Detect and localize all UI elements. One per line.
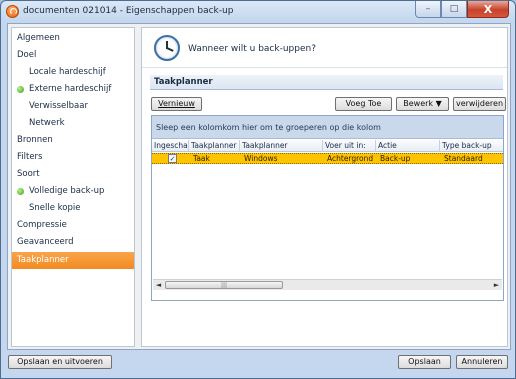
cell-action: Back-up <box>380 154 411 163</box>
scroll-right-icon[interactable]: ► <box>491 280 502 290</box>
sidebar-item-bronnen[interactable]: Bronnen <box>12 133 134 148</box>
refresh-button-label: Vernieuw <box>158 99 195 108</box>
save-button-label: Opslaan <box>408 357 441 366</box>
sidebar-item-doel[interactable]: Doel <box>12 48 134 63</box>
horizontal-scrollbar[interactable]: ◄ ||| ► <box>153 279 502 290</box>
delete-button[interactable]: verwijderen <box>453 97 506 111</box>
sidebar-item-label: Bronnen <box>17 135 53 145</box>
refresh-button[interactable]: Vernieuw <box>151 97 202 111</box>
task-grid: Sleep een kolomkom hier om te groeperen … <box>151 115 504 301</box>
enabled-checkbox[interactable]: ✓ <box>168 154 177 163</box>
sidebar-item-verwisselbaar[interactable]: Verwisselbaar <box>12 99 134 114</box>
sidebar-item-label: Verwisselbaar <box>29 101 88 111</box>
minimize-button[interactable]: – <box>415 1 441 18</box>
column-header-scheduler-type[interactable]: Taakplanner <box>240 140 323 152</box>
sidebar-item-geavanceerd[interactable]: Geavanceerd <box>12 235 134 250</box>
scroll-left-icon[interactable]: ◄ <box>153 280 164 290</box>
cell-scheduler: Taak <box>193 154 210 163</box>
save-and-run-button[interactable]: Opslaan en uitvoeren <box>8 355 112 369</box>
sidebar-item-label: Externe hardeschijf <box>29 84 112 94</box>
sidebar-item-locale-hardeschijf[interactable]: Locale hardeschijf <box>12 65 134 80</box>
sidebar-item-label: Netwerk <box>29 118 65 128</box>
panel-header: Wanneer wilt u back-uppen? <box>142 28 507 68</box>
sidebar-item-label: Locale hardeschijf <box>29 67 106 77</box>
close-button[interactable]: X <box>467 1 509 18</box>
sidebar-item-snelle-kopie[interactable]: Snelle kopie <box>12 201 134 216</box>
sidebar-item-label: Compressie <box>17 220 67 230</box>
chevron-down-icon: ▼ <box>435 99 442 108</box>
column-header-scheduler[interactable]: Taakplanner <box>189 140 240 152</box>
properties-window: documenten 021014 - Eigenschappen back-u… <box>0 0 516 379</box>
edit-button-label: Bewerk <box>403 99 434 108</box>
dialog-client: Algemeen Doel Locale hardeschijf Externe… <box>7 23 511 350</box>
main-panel: Wanneer wilt u back-uppen? Taakplanner V… <box>141 27 508 347</box>
sidebar: Algemeen Doel Locale hardeschijf Externe… <box>11 27 135 347</box>
sidebar-item-taakplanner[interactable]: Taakplanner <box>12 252 134 269</box>
sidebar-item-filters[interactable]: Filters <box>12 150 134 165</box>
cell-backup-type: Standaard <box>444 154 483 163</box>
edit-dropdown-button[interactable]: Bewerk ▼ <box>396 97 449 111</box>
cell-run-in: Achtergrond <box>327 154 374 163</box>
sidebar-item-label: Snelle kopie <box>29 203 81 213</box>
sidebar-item-netwerk[interactable]: Netwerk <box>12 116 134 131</box>
status-dot-icon <box>17 188 24 195</box>
maximize-button[interactable]: □ <box>441 1 467 18</box>
delete-button-label: verwijderen <box>455 99 504 108</box>
sidebar-item-label: Volledige back-up <box>29 186 105 196</box>
column-header-enabled[interactable]: Ingeschak <box>152 140 189 152</box>
save-button[interactable]: Opslaan <box>398 355 451 369</box>
cancel-button[interactable]: Annuleren <box>456 355 508 369</box>
section-header: Taakplanner <box>150 75 503 90</box>
sidebar-item-soort[interactable]: Soort <box>12 167 134 182</box>
sidebar-item-label: Soort <box>17 169 40 179</box>
column-header-action[interactable]: Actie <box>376 140 440 152</box>
add-button[interactable]: Voeg Toe <box>335 97 392 111</box>
scrollbar-thumb[interactable]: ||| <box>165 281 283 289</box>
cell-scheduler-type: Windows <box>244 154 278 163</box>
sidebar-item-label: Algemeen <box>17 33 60 43</box>
app-logo-icon <box>6 5 19 18</box>
clock-icon <box>154 35 180 61</box>
add-button-label: Voeg Toe <box>345 99 382 108</box>
sidebar-item-algemeen[interactable]: Algemeen <box>12 31 134 46</box>
group-by-panel[interactable]: Sleep een kolomkom hier om te groeperen … <box>152 116 503 139</box>
sidebar-item-label: Taakplanner <box>17 255 69 265</box>
column-header-run-in[interactable]: Voer uit in: <box>323 140 376 152</box>
sidebar-item-label: Geavanceerd <box>17 237 74 247</box>
title-bar[interactable]: documenten 021014 - Eigenschappen back-u… <box>1 1 515 23</box>
sidebar-item-externe-hardeschijf[interactable]: Externe hardeschijf <box>12 82 134 97</box>
column-header-backup-type[interactable]: Type back-up <box>440 140 503 152</box>
sidebar-item-label: Doel <box>17 50 37 60</box>
table-row[interactable]: ✓ Taak Windows Achtergrond Back-up Stand… <box>152 153 503 164</box>
window-controls: – □ X <box>415 1 509 19</box>
sidebar-item-volledige-back-up[interactable]: Volledige back-up <box>12 184 134 199</box>
window-title: documenten 021014 - Eigenschappen back-u… <box>23 6 234 16</box>
page-title: Wanneer wilt u back-uppen? <box>188 44 316 54</box>
sidebar-item-compressie[interactable]: Compressie <box>12 218 134 233</box>
sidebar-item-label: Filters <box>17 152 43 162</box>
status-dot-icon <box>17 86 24 93</box>
